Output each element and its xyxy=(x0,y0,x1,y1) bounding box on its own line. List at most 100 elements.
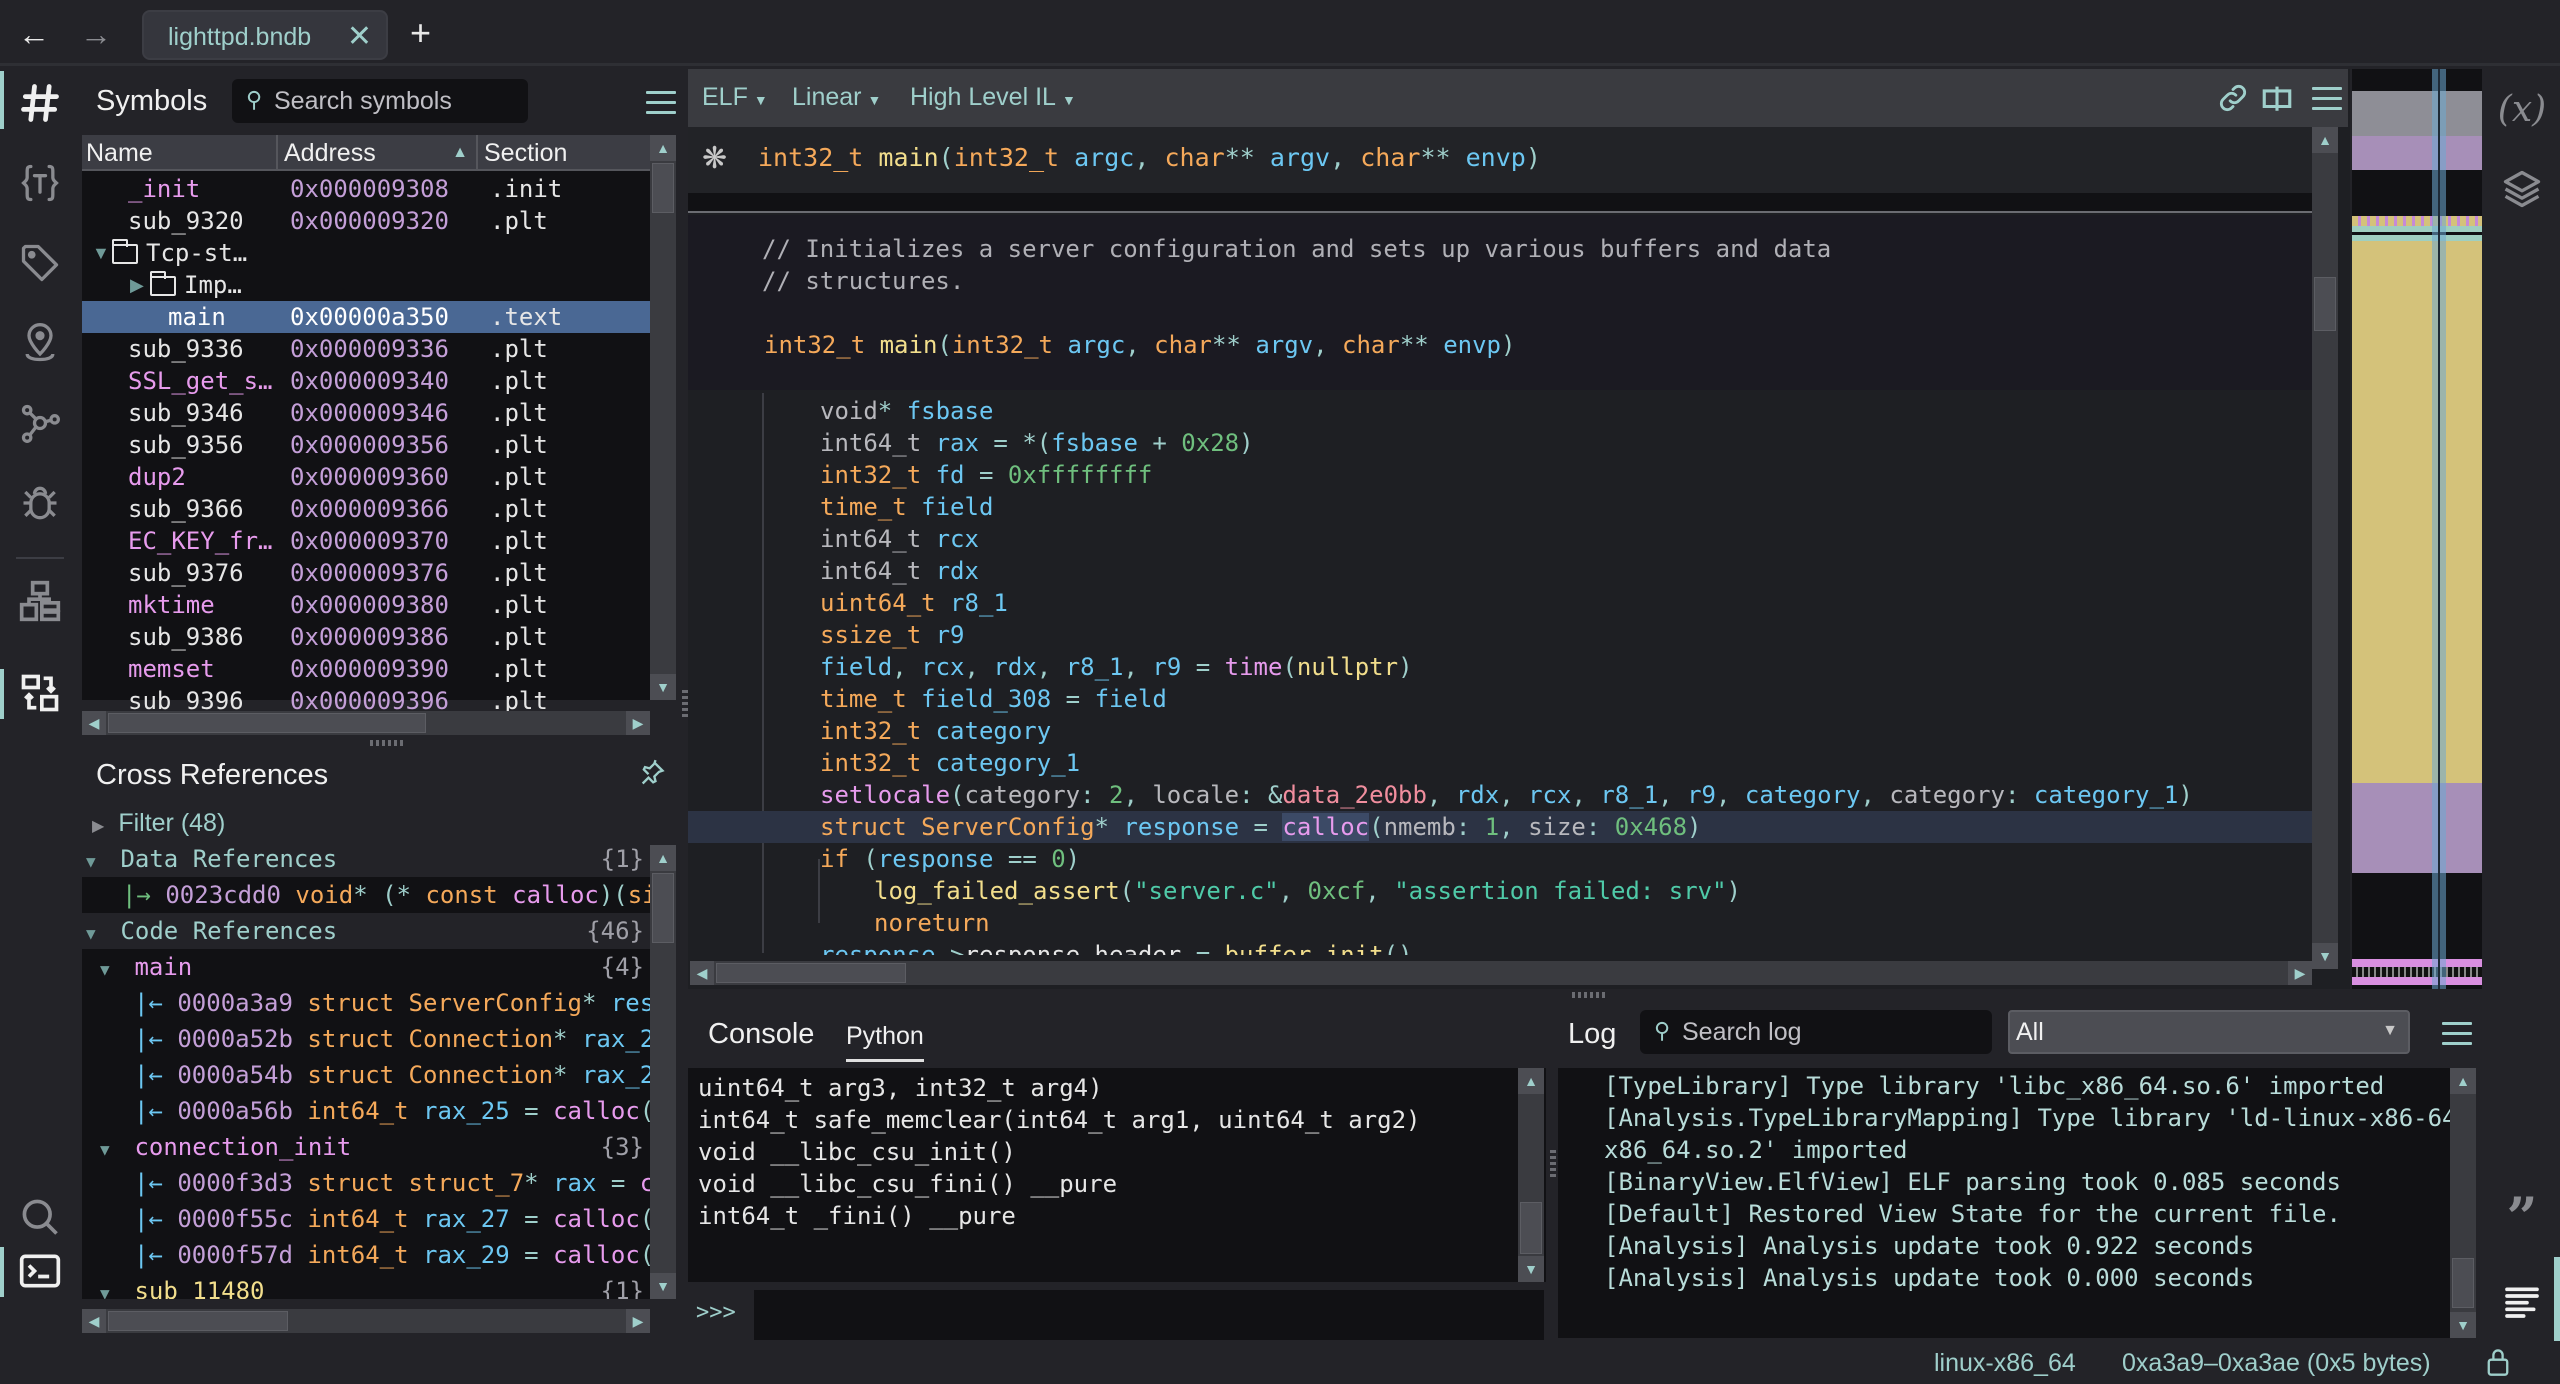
scroll-thumb[interactable] xyxy=(108,1311,288,1331)
sidebar-item-tags[interactable] xyxy=(12,235,68,291)
symbols-vertical-scrollbar[interactable]: ▲ ▼ xyxy=(650,135,676,700)
symbol-row[interactable]: EC_KEY_fr… 0x000009370 .plt xyxy=(82,525,650,557)
code-line[interactable]: int64_t rdx xyxy=(820,555,979,587)
column-header-section[interactable]: Section xyxy=(480,135,622,171)
xref-section[interactable]: ▼ Code References {46} xyxy=(82,913,650,949)
scroll-down-button[interactable]: ▼ xyxy=(2312,943,2338,969)
symbol-row[interactable]: sub_9336 0x000009336 .plt xyxy=(82,333,650,365)
scroll-thumb[interactable] xyxy=(2452,1258,2474,1308)
log-menu-button[interactable] xyxy=(2442,1022,2472,1046)
scroll-thumb[interactable] xyxy=(716,963,906,983)
pin-button[interactable] xyxy=(638,759,666,794)
function-signature[interactable]: int32_t main(int32_t argc, char** argv, … xyxy=(758,143,1541,172)
code-line[interactable]: response->response_header = buffer_init(… xyxy=(820,939,1412,955)
symbol-row[interactable]: sub_9366 0x000009366 .plt xyxy=(82,493,650,525)
xref-function-group[interactable]: ▼ main {4} xyxy=(82,949,650,985)
chevron-right-icon[interactable]: ▶ xyxy=(130,269,144,301)
split-view-button[interactable] xyxy=(2260,81,2294,115)
scroll-thumb[interactable] xyxy=(108,713,426,733)
scroll-down-button[interactable]: ▼ xyxy=(650,674,676,700)
scroll-right-button[interactable]: ▶ xyxy=(626,711,650,735)
xref-item[interactable]: |← 0000f55c int64_t rax_27 = calloc( xyxy=(82,1201,650,1237)
xref-item[interactable]: |← 0000a3a9 struct ServerConfig* res xyxy=(82,985,650,1021)
scroll-up-button[interactable]: ▲ xyxy=(2312,127,2338,153)
scroll-thumb[interactable] xyxy=(1520,1202,1542,1254)
back-button[interactable]: ← xyxy=(14,14,54,54)
sidebar-item-cross-references[interactable] xyxy=(12,665,68,721)
chevron-down-icon[interactable]: ▼ xyxy=(100,1132,120,1165)
code-line[interactable]: field, rcx, rdx, r8_1, r9 = time(nullptr… xyxy=(820,651,1413,683)
code-line[interactable]: int32_t category_1 xyxy=(820,747,1080,779)
layout-dropdown[interactable]: Linear ▼ xyxy=(792,83,881,112)
xref-function-group[interactable]: ▼ sub_11480 {1} xyxy=(82,1273,650,1299)
xrefs-vertical-scrollbar[interactable]: ▲ ▼ xyxy=(650,845,676,1299)
new-tab-button[interactable]: + xyxy=(410,12,431,54)
scroll-right-button[interactable]: ▶ xyxy=(626,1309,650,1333)
xref-section[interactable]: ▼ Data References {1} xyxy=(82,841,650,877)
scroll-left-button[interactable]: ◀ xyxy=(82,1309,106,1333)
tab-console[interactable]: Console xyxy=(708,1018,814,1051)
symbol-row[interactable]: _init 0x000009308 .init xyxy=(82,173,650,205)
scroll-thumb[interactable] xyxy=(2314,277,2336,331)
symbol-row[interactable]: sub_9386 0x000009386 .plt xyxy=(82,621,650,653)
sidebar-item-comments[interactable]: ” xyxy=(2496,1185,2548,1249)
code-line[interactable]: if (response == 0) xyxy=(820,843,1080,875)
sidebar-item-terminal[interactable] xyxy=(12,1243,68,1299)
symbol-row[interactable]: sub_9376 0x000009376 .plt xyxy=(82,557,650,589)
xrefs-horizontal-scrollbar[interactable]: ◀ ▶ xyxy=(82,1309,650,1333)
symbols-search-input[interactable] xyxy=(274,85,514,117)
code-line[interactable]: noreturn xyxy=(874,907,990,939)
symbol-row[interactable]: sub_9320 0x000009320 .plt xyxy=(82,205,650,237)
scroll-down-button[interactable]: ▼ xyxy=(650,1273,676,1299)
xref-item[interactable]: |← 0000a56b int64_t rax_25 = calloc( xyxy=(82,1093,650,1129)
scroll-up-button[interactable]: ▲ xyxy=(1518,1068,1544,1094)
code-line[interactable]: int64_t rax = *(fsbase + 0x28) xyxy=(820,427,1254,459)
symbols-search[interactable]: ⚲ xyxy=(232,79,528,123)
scroll-up-button[interactable]: ▲ xyxy=(650,845,676,871)
chevron-down-icon[interactable]: ▼ xyxy=(86,916,106,949)
chevron-down-icon[interactable]: ▼ xyxy=(100,952,120,985)
scroll-down-button[interactable]: ▼ xyxy=(1518,1256,1544,1282)
minimap[interactable] xyxy=(2352,69,2482,989)
xref-item[interactable]: |← 0000f57d int64_t rax_29 = calloc( xyxy=(82,1237,650,1273)
symbols-horizontal-scrollbar[interactable]: ◀ ▶ xyxy=(82,711,650,735)
python-input[interactable] xyxy=(754,1290,1544,1340)
sidebar-item-search[interactable] xyxy=(12,1189,68,1245)
forward-button[interactable]: → xyxy=(76,14,116,54)
sidebar-item-symbols[interactable] xyxy=(12,75,68,131)
il-level-dropdown[interactable]: High Level IL ▼ xyxy=(910,83,1076,112)
scroll-left-button[interactable]: ◀ xyxy=(690,961,714,985)
symbol-row[interactable]: memset 0x000009390 .plt xyxy=(82,653,650,685)
symbol-row[interactable]: sub_9346 0x000009346 .plt xyxy=(82,397,650,429)
code-line[interactable]: time_t field xyxy=(820,491,993,523)
log-level-select[interactable]: All ▼ xyxy=(2008,1010,2410,1054)
code-line[interactable]: setlocale(category: 2, locale: &data_2e0… xyxy=(820,779,2193,811)
log-vertical-scrollbar[interactable]: ▲ ▼ xyxy=(2450,1068,2476,1338)
chevron-down-icon[interactable]: ▼ xyxy=(100,1276,120,1299)
close-tab-button[interactable]: ✕ xyxy=(347,19,372,54)
symbols-menu-button[interactable] xyxy=(646,91,676,115)
log-search-input[interactable] xyxy=(1682,1016,1982,1048)
code-vertical-scrollbar[interactable]: ▲ ▼ xyxy=(2312,127,2338,969)
code-line[interactable]: int32_t category xyxy=(820,715,1051,747)
column-header-address[interactable]: Address ▲ xyxy=(280,135,478,171)
xref-item[interactable]: |← 0000a52b struct Connection* rax_2 xyxy=(82,1021,650,1057)
xref-item[interactable]: |← 0000a54b struct Connection* rax_2 xyxy=(82,1057,650,1093)
xrefs-filter-toggle[interactable]: ▶ Filter (48) xyxy=(92,809,225,838)
symbol-row[interactable]: SSL_get_s… 0x000009340 .plt xyxy=(82,365,650,397)
comment-line[interactable]: // structures. xyxy=(762,265,964,297)
log-search[interactable]: ⚲ xyxy=(1640,1010,1992,1054)
xref-function-group[interactable]: ▼ connection_init {3} xyxy=(82,1129,650,1165)
highlighted-code-line[interactable]: struct ServerConfig* response = calloc(n… xyxy=(688,811,2312,843)
console-vertical-scrollbar[interactable]: ▲ ▼ xyxy=(1518,1068,1544,1282)
code-line[interactable]: int32_t fd = 0xffffffff xyxy=(820,459,1152,491)
code-line[interactable]: ssize_t r9 xyxy=(820,619,965,651)
sidebar-item-layers[interactable] xyxy=(2496,163,2548,215)
panel-splitter[interactable] xyxy=(1568,992,1608,998)
sidebar-item-locations[interactable] xyxy=(12,315,68,371)
symbol-row[interactable]: sub_9356 0x000009356 .plt xyxy=(82,429,650,461)
code-line[interactable]: void* fsbase xyxy=(820,395,993,427)
scroll-thumb[interactable] xyxy=(652,163,674,213)
scroll-right-button[interactable]: ▶ xyxy=(2288,961,2312,985)
tab-python[interactable]: Python xyxy=(846,1022,924,1062)
